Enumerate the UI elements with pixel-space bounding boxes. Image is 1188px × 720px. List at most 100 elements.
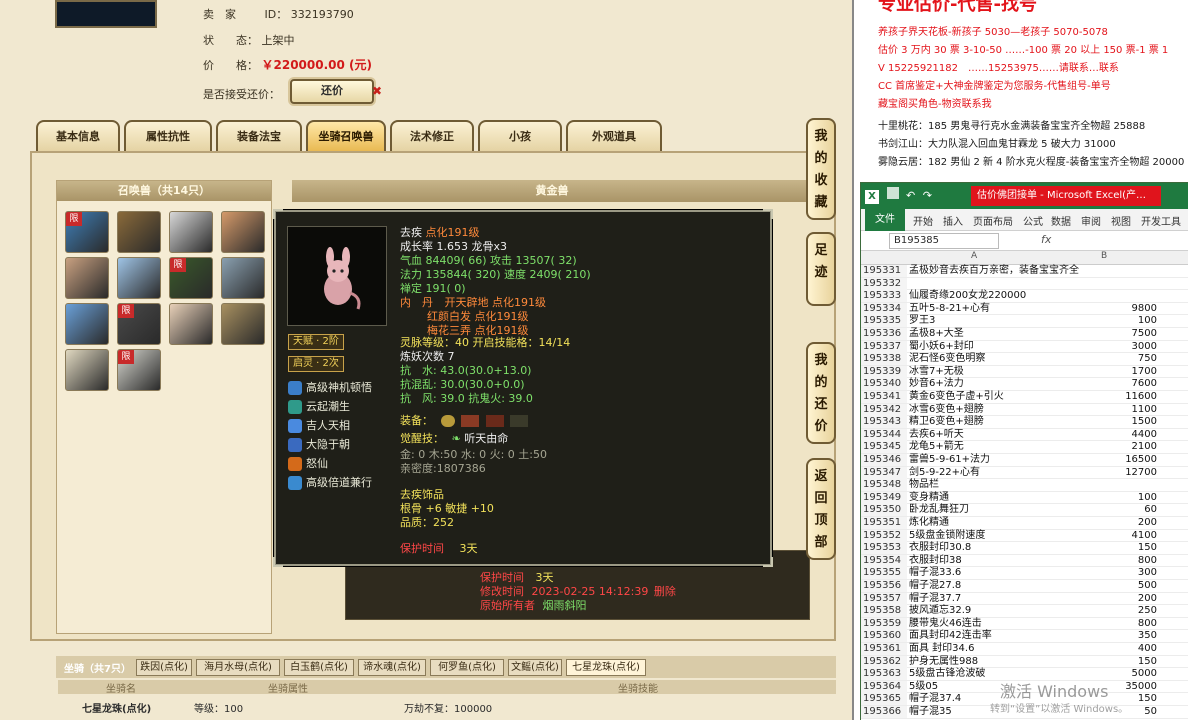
row-number[interactable]: 195355 (861, 567, 907, 580)
back-to-top-button[interactable]: 返回顶部 (806, 458, 836, 560)
pet-slot[interactable] (169, 211, 213, 253)
cell-a[interactable]: 孟极8+大圣 (909, 328, 964, 340)
row-number[interactable]: 195358 (861, 605, 907, 618)
row-number[interactable]: 195366 (861, 706, 907, 718)
mount-tab[interactable]: 白玉鹤(点化) (284, 659, 354, 676)
pet-slot[interactable] (65, 349, 109, 391)
cell-a[interactable]: 腰带鬼火46连击 (909, 618, 982, 630)
row-number[interactable]: 195365 (861, 693, 907, 706)
cell-b[interactable]: 1500 (1132, 416, 1157, 428)
sheet-row[interactable]: 195351 炼化精通 200 (861, 517, 1188, 530)
cell-b[interactable]: 750 (1138, 353, 1157, 365)
pet-slot[interactable]: 限 (117, 303, 161, 345)
pet-slot[interactable] (169, 303, 213, 345)
excel-quick-access[interactable]: X ↶ ↷ (865, 187, 935, 205)
sheet-row[interactable]: 195346 雷兽5-9-61+法力 16500 (861, 454, 1188, 467)
cell-a[interactable]: 五叶5-8-21+心有 (909, 303, 990, 315)
sheet-row[interactable]: 195345 龙龟5+箭无 2100 (861, 441, 1188, 454)
ribbon-tab[interactable]: 视图 (1111, 213, 1131, 228)
cell-b[interactable]: 4100 (1132, 530, 1157, 542)
fx-icon[interactable]: fx (1041, 233, 1051, 246)
cell-a[interactable]: 蜀小妖6+封印 (909, 341, 974, 353)
cell-b[interactable]: 5000 (1132, 668, 1157, 680)
row-number[interactable]: 195362 (861, 655, 907, 668)
cell-b[interactable]: 400 (1138, 643, 1157, 655)
undo-icon[interactable]: ↶ (906, 189, 915, 202)
bargain-button[interactable]: 还价 (290, 79, 374, 104)
cell-b[interactable]: 150 (1138, 656, 1157, 668)
tab-1[interactable]: 基本信息 (36, 120, 120, 152)
row-number[interactable]: 195350 (861, 504, 907, 517)
cell-a[interactable]: 披风遁忘32.9 (909, 605, 971, 617)
row-number[interactable]: 195334 (861, 302, 907, 315)
sheet-row[interactable]: 195342 冰雪6变色+翅膀 1100 (861, 403, 1188, 417)
sheet-row[interactable]: 195336 孟极8+大圣 7500 (861, 328, 1188, 341)
sheet-row[interactable]: 195353 衣服封印30.8 150 (861, 542, 1188, 555)
row-number[interactable]: 195361 (861, 643, 907, 655)
row-number[interactable]: 195364 (861, 680, 907, 693)
sheet-row[interactable]: 195354 衣服封印38 800 (861, 554, 1188, 568)
cell-b[interactable]: 2100 (1132, 441, 1157, 453)
sheet-row[interactable]: 195362 护身无属性988 150 (861, 655, 1188, 669)
sheet-row[interactable]: 195338 泥石怪6变色明察 750 (861, 353, 1188, 366)
cell-b[interactable]: 7600 (1132, 378, 1157, 390)
cell-a[interactable]: 帽子混37.7 (909, 593, 961, 605)
sheet-row[interactable]: 195343 精卫6变色+翅膀 1500 (861, 416, 1188, 429)
sheet-row[interactable]: 195337 蜀小妖6+封印 3000 (861, 340, 1188, 354)
mount-tab[interactable]: 何罗鱼(点化) (430, 659, 504, 676)
pet-slot[interactable] (117, 257, 161, 299)
save-icon[interactable] (886, 187, 899, 199)
cell-a[interactable]: 护身无属性988 (909, 656, 978, 668)
cell-a[interactable]: 冰雪6变色+翅膀 (909, 404, 984, 416)
footprint-button[interactable]: 足迹 (806, 232, 836, 306)
cell-b[interactable]: 100 (1138, 492, 1157, 504)
row-number[interactable]: 195356 (861, 580, 907, 592)
tab-2[interactable]: 属性抗性 (124, 120, 212, 152)
equip-icon-4[interactable] (510, 415, 528, 427)
col-a-header[interactable]: A (971, 251, 977, 261)
cell-b[interactable]: 1700 (1132, 366, 1157, 378)
skill-item[interactable]: 怒仙 (288, 456, 328, 471)
cell-a[interactable]: 卧龙乱舞狂刀 (909, 504, 969, 516)
cell-a[interactable]: 精卫6变色+翅膀 (909, 416, 984, 428)
cell-b[interactable]: 200 (1138, 517, 1157, 529)
row-number[interactable]: 195345 (861, 441, 907, 454)
row-number[interactable]: 195352 (861, 529, 907, 542)
sheet-row[interactable]: 195348 物品栏 (861, 479, 1188, 492)
cell-a[interactable]: 面具 封印34.6 (909, 643, 974, 655)
cell-a[interactable]: 泥石怪6变色明察 (909, 353, 985, 365)
cell-b[interactable]: 7500 (1132, 328, 1157, 340)
pet-slot[interactable]: 限 (117, 349, 161, 391)
tab-4[interactable]: 坐骑召唤兽 (306, 120, 386, 152)
ribbon-tab[interactable]: 页面布局 (973, 213, 1013, 228)
row-number[interactable]: 195347 (861, 466, 907, 479)
cell-b[interactable]: 250 (1138, 605, 1157, 617)
pet-slot[interactable] (65, 257, 109, 299)
cell-b[interactable]: 1100 (1132, 404, 1157, 416)
pet-slot[interactable] (65, 303, 109, 345)
row-number[interactable]: 195340 (861, 378, 907, 391)
row-number[interactable]: 195354 (861, 554, 907, 567)
skill-item[interactable]: 大隐于朝 (288, 437, 350, 452)
row-number[interactable]: 195332 (861, 277, 907, 290)
cell-a[interactable]: 妙音6+法力 (909, 378, 964, 390)
cell-a[interactable]: 龙龟5+箭无 (909, 441, 964, 453)
cell-b[interactable]: 150 (1138, 693, 1157, 705)
mount-tab[interactable]: 跌因(点化) (136, 659, 192, 676)
cell-a[interactable]: 仙履奇缘200女龙220000 (909, 290, 1026, 302)
skill-item[interactable]: 高级神机顿悟 (288, 380, 372, 395)
pet-slot[interactable] (221, 211, 265, 253)
mount-tab[interactable]: 海月水母(点化) (196, 659, 280, 676)
sheet-row[interactable]: 195356 帽子混27.8 500 (861, 580, 1188, 593)
cell-b[interactable]: 200 (1138, 593, 1157, 605)
sheet-row[interactable]: 195340 妙音6+法力 7600 (861, 378, 1188, 391)
cell-a[interactable]: 帽子混33.6 (909, 567, 961, 579)
row-number[interactable]: 195336 (861, 328, 907, 340)
row-number[interactable]: 195338 (861, 353, 907, 366)
sheet-row[interactable]: 195350 卧龙乱舞狂刀 60 (861, 504, 1188, 517)
sheet-row[interactable]: 195334 五叶5-8-21+心有 9800 (861, 302, 1188, 316)
equip-icon-1[interactable] (440, 415, 455, 427)
ribbon-tab[interactable]: 审阅 (1081, 213, 1101, 228)
cell-b[interactable]: 35000 (1125, 681, 1157, 693)
cell-a[interactable]: 帽子混27.8 (909, 580, 961, 592)
